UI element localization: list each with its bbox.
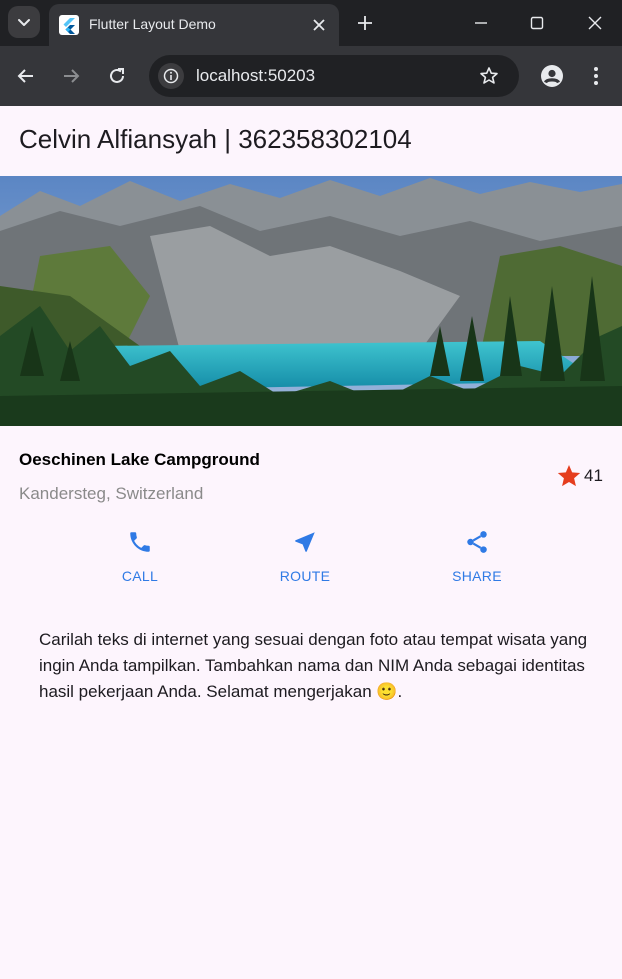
call-label: CALL <box>121 568 159 584</box>
star-icon <box>557 464 581 487</box>
close-icon <box>588 16 602 30</box>
address-bar[interactable]: localhost:50203 <box>149 55 519 97</box>
share-icon <box>467 531 487 553</box>
arrow-right-icon <box>64 69 80 83</box>
share-label: SHARE <box>452 568 502 584</box>
browser-tab[interactable]: Flutter Layout Demo <box>49 4 339 46</box>
minimize-icon <box>475 22 487 24</box>
maximize-button[interactable] <box>522 8 552 38</box>
route-label: ROUTE <box>279 568 331 584</box>
profile-button[interactable] <box>538 62 566 90</box>
rating: 41 <box>556 463 603 489</box>
phone-icon <box>130 532 150 552</box>
browser-tabstrip: Flutter Layout Demo <box>0 0 622 46</box>
bookmark-button[interactable] <box>476 63 502 89</box>
route-button[interactable]: ROUTE <box>255 526 355 584</box>
star-outline-icon <box>480 67 498 84</box>
tab-close-button[interactable] <box>307 13 331 37</box>
minimize-button[interactable] <box>466 8 496 38</box>
share-button[interactable]: SHARE <box>427 526 527 584</box>
window-close-button[interactable] <box>580 8 610 38</box>
description-text: Carilah teks di internet yang sesuai den… <box>39 630 588 701</box>
chevron-down-icon <box>18 19 30 26</box>
app-bar-title: Celvin Alfiansyah | 362358302104 <box>19 124 412 154</box>
flutter-logo-icon <box>59 15 79 35</box>
place-name: Oeschinen Lake Campground <box>19 450 260 469</box>
reload-icon <box>110 68 124 83</box>
site-info-button[interactable] <box>158 63 184 89</box>
maximize-icon <box>530 16 544 30</box>
back-button[interactable] <box>12 62 40 90</box>
tab-title: Flutter Layout Demo <box>89 16 216 32</box>
new-tab-button[interactable] <box>352 10 378 36</box>
account-icon <box>541 65 563 87</box>
near-me-icon <box>295 532 315 552</box>
more-vert-icon <box>594 67 598 85</box>
browser-toolbar: localhost:50203 <box>0 46 622 106</box>
lake-image <box>0 176 622 426</box>
place-location: Kandersteg, Switzerland <box>19 484 204 503</box>
reload-button[interactable] <box>103 62 131 90</box>
close-icon <box>313 19 325 31</box>
arrow-left-icon <box>17 69 33 83</box>
browser-menu-button[interactable] <box>584 62 608 90</box>
plus-icon <box>358 16 372 30</box>
info-icon <box>163 68 179 84</box>
forward-button[interactable] <box>57 62 85 90</box>
call-button[interactable]: CALL <box>90 526 190 584</box>
url-text[interactable]: localhost:50203 <box>196 66 315 86</box>
rating-count: 41 <box>584 466 603 485</box>
tab-search-button[interactable] <box>8 6 40 38</box>
